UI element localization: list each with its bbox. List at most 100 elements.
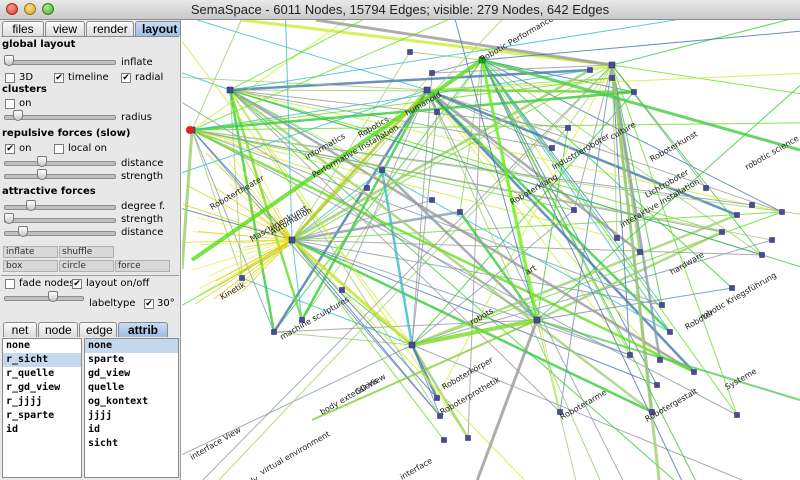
network-graph[interactable]: Robotic PerformancehumanoidRoboticsPerfo… xyxy=(182,20,800,480)
tab-files[interactable]: files xyxy=(2,21,44,36)
shuffle-button[interactable]: shuffle xyxy=(59,246,114,258)
graph-node[interactable] xyxy=(749,202,755,208)
graph-node[interactable] xyxy=(769,237,775,243)
graph-node[interactable] xyxy=(667,329,673,335)
graph-node[interactable] xyxy=(609,75,615,81)
graph-node[interactable] xyxy=(637,249,643,255)
list-item[interactable]: og_kontext xyxy=(85,395,178,409)
graph-node[interactable] xyxy=(533,316,541,324)
graph-node[interactable] xyxy=(465,435,471,441)
graph-node[interactable] xyxy=(691,369,697,375)
graph-node[interactable] xyxy=(703,185,709,191)
tab-node[interactable]: node xyxy=(38,322,78,337)
graph-node[interactable] xyxy=(379,167,385,173)
graph-node[interactable] xyxy=(627,352,633,358)
graph-edge xyxy=(410,344,439,399)
graph-node[interactable] xyxy=(271,329,277,335)
graph-node[interactable] xyxy=(734,412,740,418)
graph-node[interactable] xyxy=(408,341,416,349)
tab-net[interactable]: net xyxy=(3,322,37,337)
slider-knob[interactable] xyxy=(26,200,36,211)
slider-knob[interactable] xyxy=(4,213,14,224)
list-item[interactable]: quelle xyxy=(85,381,178,395)
list-item[interactable]: r_sparte xyxy=(3,409,81,423)
graph-node[interactable] xyxy=(631,89,637,95)
graph-node[interactable] xyxy=(441,437,447,443)
repulsive-on-checkbox[interactable]: ✔ xyxy=(5,144,15,154)
attrib-list-right[interactable]: none sparte gd_view quelle og_kontext jj… xyxy=(84,338,179,478)
local-on-checkbox[interactable] xyxy=(54,144,64,154)
list-item[interactable]: gd_view xyxy=(85,367,178,381)
slider-knob[interactable] xyxy=(13,110,23,121)
graph-node[interactable] xyxy=(423,86,431,94)
graph-node[interactable] xyxy=(288,236,296,244)
graph-node[interactable] xyxy=(759,252,765,258)
graph-node[interactable] xyxy=(779,209,785,215)
graph-node[interactable] xyxy=(659,302,665,308)
slider-knob[interactable] xyxy=(18,226,28,237)
list-item[interactable]: sparte xyxy=(85,353,178,367)
tab-view[interactable]: view xyxy=(45,21,85,36)
graph-node[interactable] xyxy=(407,49,413,55)
list-item[interactable]: jjjj xyxy=(85,409,178,423)
graph-node-highlight[interactable] xyxy=(186,126,194,134)
graph-node[interactable] xyxy=(614,235,620,241)
clusters-on-checkbox[interactable] xyxy=(5,99,15,109)
tab-attrib[interactable]: attrib xyxy=(118,322,168,337)
graph-node[interactable] xyxy=(587,67,593,73)
graph-node[interactable] xyxy=(434,395,440,401)
repulsive-strength-slider[interactable] xyxy=(4,169,116,180)
list-item-selected[interactable]: r_sicht xyxy=(3,353,81,367)
graph-node[interactable] xyxy=(429,70,435,76)
graph-node[interactable] xyxy=(571,207,577,213)
graph-node[interactable] xyxy=(339,287,345,293)
graph-node[interactable] xyxy=(429,197,435,203)
attractive-strength-slider[interactable] xyxy=(4,213,116,224)
slider-knob[interactable] xyxy=(37,169,47,180)
timeline-checkbox[interactable]: ✔ xyxy=(54,73,64,83)
slider-knob[interactable] xyxy=(4,55,14,66)
radial-checkbox[interactable]: ✔ xyxy=(121,73,131,83)
list-item[interactable]: r_quelle xyxy=(3,367,81,381)
graph-node[interactable] xyxy=(549,145,555,151)
graph-canvas[interactable]: Robotic Performance humanoid Robotics Perfo… xyxy=(182,20,800,480)
attrib-list-left[interactable]: none r_sicht r_quelle r_gd_view r_jjjj r… xyxy=(2,338,82,478)
graph-node[interactable] xyxy=(364,185,370,191)
inflate-button[interactable]: inflate xyxy=(3,246,58,258)
list-item[interactable]: id xyxy=(3,423,81,437)
graph-node[interactable] xyxy=(657,357,663,363)
graph-node[interactable] xyxy=(654,382,660,388)
graph-node[interactable] xyxy=(457,209,463,215)
list-item-selected[interactable]: none xyxy=(85,339,178,353)
3d-checkbox[interactable] xyxy=(5,73,15,83)
list-item[interactable]: r_jjjj xyxy=(3,395,81,409)
repulsive-distance-slider[interactable] xyxy=(4,156,116,167)
label-angle-checkbox[interactable]: ✔ xyxy=(144,299,154,309)
layout-toggle-checkbox[interactable]: ✔ xyxy=(72,279,82,289)
label-size-slider[interactable] xyxy=(4,291,84,302)
slider-knob[interactable] xyxy=(37,156,47,167)
graph-node[interactable] xyxy=(729,285,735,291)
attractive-distance-slider[interactable] xyxy=(4,226,116,237)
list-item[interactable]: sicht xyxy=(85,437,178,451)
circle-button[interactable]: circle xyxy=(59,260,114,272)
fade-nodes-checkbox[interactable] xyxy=(5,279,15,289)
box-button[interactable]: box xyxy=(3,260,58,272)
list-item[interactable]: none xyxy=(3,339,81,353)
graph-node[interactable] xyxy=(434,109,440,115)
force-button[interactable]: force xyxy=(115,260,170,272)
graph-node[interactable] xyxy=(719,229,725,235)
graph-node[interactable] xyxy=(565,125,571,131)
radius-slider[interactable] xyxy=(4,110,116,121)
list-item[interactable]: id xyxy=(85,423,178,437)
tab-edge[interactable]: edge xyxy=(79,322,117,337)
tab-render[interactable]: render xyxy=(86,21,134,36)
inflate-slider[interactable] xyxy=(4,55,116,66)
list-item[interactable]: r_gd_view xyxy=(3,381,81,395)
graph-node[interactable] xyxy=(226,86,234,94)
graph-node[interactable] xyxy=(734,212,740,218)
degree-slider[interactable] xyxy=(4,200,116,211)
graph-node[interactable] xyxy=(608,61,616,69)
slider-knob[interactable] xyxy=(48,291,58,302)
tab-layout[interactable]: layout xyxy=(135,21,181,36)
